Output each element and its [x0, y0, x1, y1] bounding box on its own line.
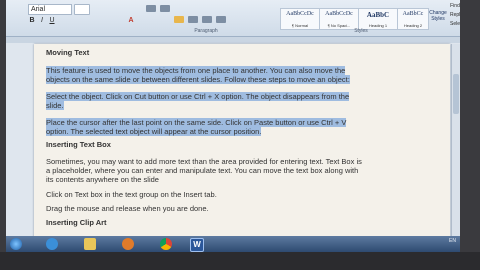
paragraph-line: slide.	[46, 101, 64, 110]
monitor-bezel	[0, 252, 480, 270]
align-right-icon[interactable]	[202, 16, 212, 23]
style-heading-2[interactable]: AaBbCc Heading 2	[397, 8, 429, 30]
internet-explorer-icon[interactable]	[46, 238, 58, 250]
scrollbar-thumb[interactable]	[453, 74, 459, 114]
select-button[interactable]: Select	[450, 20, 460, 29]
heading-inserting-text-box: Inserting Text Box	[46, 140, 111, 149]
font-size-box[interactable]	[74, 4, 90, 15]
numbering-icon[interactable]	[160, 5, 170, 12]
style-name: ¶ Normal	[291, 23, 309, 28]
start-button-icon[interactable]	[10, 238, 22, 250]
styles-group-label: Styles	[354, 28, 368, 34]
ruler[interactable]	[6, 37, 460, 43]
bullets-icon[interactable]	[146, 5, 156, 12]
bold-button[interactable]: B	[28, 16, 36, 25]
style-sample: AaBbCc	[402, 11, 424, 17]
paragraph-line: Drag the mouse and release when you are …	[46, 204, 209, 213]
style-normal[interactable]: AaBbCcDc ¶ Normal	[280, 8, 320, 30]
align-left-icon[interactable]	[174, 16, 184, 23]
font-color-button[interactable]: A	[126, 16, 136, 25]
paragraph-line: Select the object. Click on Cut button o…	[46, 92, 350, 101]
underline-button[interactable]: U	[48, 16, 56, 25]
screen: Arial B I U A Paragraph AaBbCcDc ¶ Norma…	[6, 0, 460, 252]
ribbon: Arial B I U A Paragraph AaBbCcDc ¶ Norma…	[6, 0, 460, 37]
style-heading-1[interactable]: AaBbC Heading 1	[358, 8, 398, 30]
taskbar: W EN	[6, 236, 460, 252]
document-page[interactable]: Moving Text This feature is used to move…	[34, 44, 450, 240]
paragraph-line: This feature is used to move the objects…	[46, 66, 346, 75]
system-tray[interactable]: EN	[449, 239, 456, 244]
heading-inserting-clip-art: Inserting Clip Art	[46, 218, 107, 227]
style-sample: AaBbCcDc	[325, 11, 353, 17]
replace-button[interactable]: Replace	[450, 11, 460, 20]
explorer-folder-icon[interactable]	[84, 238, 96, 250]
vertical-scrollbar[interactable]	[451, 44, 460, 240]
paragraph-line: Click on Text box in the text group on t…	[46, 190, 217, 199]
paragraph-line: objects on the same slide or between dif…	[46, 75, 350, 84]
align-center-icon[interactable]	[188, 16, 198, 23]
paragraph-group-label: Paragraph	[194, 28, 218, 34]
style-sample: AaBbC	[366, 11, 390, 19]
paragraph-line: a placeholder, where you can enter and m…	[46, 166, 359, 175]
paragraph-line: Place the cursor after the last point on…	[46, 118, 347, 127]
style-sample: AaBbCcDc	[286, 11, 314, 17]
find-button[interactable]: Find	[450, 2, 460, 11]
paragraph-line: its contents anywhere on the slide	[46, 175, 159, 184]
change-styles-button[interactable]: Change Styles	[428, 10, 448, 26]
heading-moving-text: Moving Text	[46, 48, 90, 57]
style-no-spacing[interactable]: AaBbCcDc ¶ No Spaci...	[319, 8, 359, 30]
italic-button[interactable]: I	[38, 16, 46, 25]
word-icon[interactable]: W	[190, 238, 204, 252]
justify-icon[interactable]	[216, 16, 226, 23]
style-name: Heading 2	[403, 23, 423, 28]
media-player-icon[interactable]	[122, 238, 134, 250]
paragraph-line: option. The selected text object will ap…	[46, 127, 262, 136]
font-name-box[interactable]: Arial	[28, 4, 72, 15]
chrome-icon[interactable]	[160, 238, 172, 250]
paragraph-line: Sometimes, you may want to add more text…	[46, 157, 362, 166]
